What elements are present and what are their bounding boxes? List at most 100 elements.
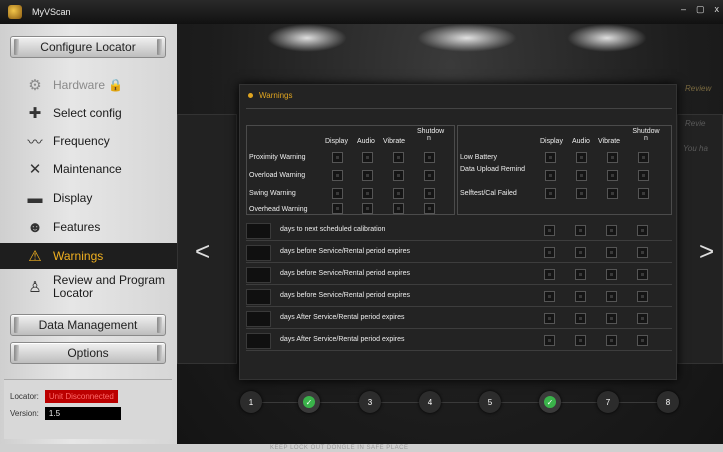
days-input[interactable]	[246, 289, 271, 305]
maximize-button[interactable]: ▢	[696, 4, 705, 15]
checkbox[interactable]	[606, 225, 617, 236]
day-row: days to next scheduled calibration	[246, 221, 672, 241]
checkbox[interactable]	[576, 152, 587, 163]
checkbox[interactable]	[424, 170, 435, 181]
checkbox[interactable]	[544, 269, 555, 280]
checkbox[interactable]	[637, 313, 648, 324]
days-input[interactable]	[246, 333, 271, 349]
checkbox[interactable]	[393, 203, 404, 214]
checkbox[interactable]	[638, 170, 649, 181]
checkbox[interactable]	[637, 335, 648, 346]
data-management-button[interactable]: Data Management	[10, 314, 166, 336]
checkbox[interactable]	[606, 291, 617, 302]
checkbox[interactable]	[332, 170, 343, 181]
checkbox[interactable]	[606, 247, 617, 258]
checkbox[interactable]	[575, 313, 586, 324]
checkbox[interactable]	[362, 170, 373, 181]
checkbox[interactable]	[545, 152, 556, 163]
checkbox[interactable]	[544, 291, 555, 302]
checkbox[interactable]	[638, 188, 649, 199]
day-row: days After Service/Rental period expires	[246, 309, 672, 329]
day-row: days before Service/Rental period expire…	[246, 287, 672, 307]
title-bar: MyVScan – ▢ x	[0, 0, 723, 24]
row-label: Selftest/Cal Failed	[460, 190, 517, 197]
step-2[interactable]: ✓	[298, 391, 320, 413]
checkbox[interactable]	[424, 203, 435, 214]
options-button[interactable]: Options	[10, 342, 166, 364]
step-6[interactable]: ✓	[539, 391, 561, 413]
checkbox[interactable]	[544, 313, 555, 324]
checkbox[interactable]	[575, 247, 586, 258]
checkbox[interactable]	[606, 313, 617, 324]
checkbox[interactable]	[637, 247, 648, 258]
step-4[interactable]: 4	[419, 391, 441, 413]
checkbox[interactable]	[606, 335, 617, 346]
step-8[interactable]: 8	[657, 391, 679, 413]
warnings-panel: Warnings Display Audio Vibrate Shutdow n…	[239, 84, 677, 380]
checkbox[interactable]	[393, 170, 404, 181]
step-5[interactable]: 5	[479, 391, 501, 413]
checkbox[interactable]	[607, 152, 618, 163]
checkbox[interactable]	[362, 203, 373, 214]
configure-locator-button[interactable]: Configure Locator	[10, 36, 166, 58]
checkbox[interactable]	[393, 188, 404, 199]
close-button[interactable]: x	[715, 4, 720, 15]
checkbox[interactable]	[575, 225, 586, 236]
checkbox[interactable]	[544, 225, 555, 236]
spotlight	[267, 24, 347, 52]
frequency-icon: 〰	[27, 133, 43, 151]
row-label: Swing Warning	[249, 190, 296, 197]
sidebar: Configure Locator ⚙ Hardware 🔒 ✚ Select …	[0, 24, 177, 444]
checkbox[interactable]	[606, 269, 617, 280]
locator-status: Locator: Unit Disconnected	[10, 390, 118, 403]
checkbox[interactable]	[575, 291, 586, 302]
checkbox[interactable]	[576, 170, 587, 181]
column-header: Vibrate	[383, 138, 406, 145]
maintenance-icon: ✕	[28, 161, 42, 178]
step-1[interactable]: 1	[240, 391, 262, 413]
row-label: Data Upload Remind	[460, 166, 525, 173]
days-input[interactable]	[246, 311, 271, 327]
checkbox[interactable]	[576, 188, 587, 199]
step-3[interactable]: 3	[359, 391, 381, 413]
checkbox[interactable]	[607, 170, 618, 181]
checkbox[interactable]	[332, 152, 343, 163]
warnings-title: Warnings	[259, 91, 293, 100]
sidebar-item-maintenance[interactable]: ✕ Maintenance	[0, 156, 177, 182]
days-input[interactable]	[246, 245, 271, 261]
window-title: MyVScan	[32, 7, 71, 17]
next-arrow-button[interactable]: >	[699, 236, 714, 267]
prev-arrow-button[interactable]: <	[195, 236, 210, 267]
checkbox[interactable]	[607, 188, 618, 199]
checkbox[interactable]	[362, 188, 373, 199]
review-program-icon: ♙	[28, 279, 42, 296]
minimize-button[interactable]: –	[681, 4, 686, 15]
checkbox[interactable]	[575, 335, 586, 346]
checkbox[interactable]	[393, 152, 404, 163]
sidebar-item-review-program[interactable]: ♙ Review and Program Locator	[0, 271, 177, 303]
checkbox[interactable]	[332, 188, 343, 199]
checkbox[interactable]	[637, 269, 648, 280]
sidebar-item-display[interactable]: ▬ Display	[0, 185, 177, 211]
checkbox[interactable]	[638, 152, 649, 163]
sidebar-item-warnings[interactable]: ⚠ Warnings	[0, 243, 177, 269]
checkbox[interactable]	[544, 335, 555, 346]
step-7[interactable]: 7	[597, 391, 619, 413]
checkbox[interactable]	[424, 152, 435, 163]
sidebar-item-select-config[interactable]: ✚ Select config	[0, 100, 177, 126]
checkbox[interactable]	[362, 152, 373, 163]
checkbox[interactable]	[637, 291, 648, 302]
sidebar-item-hardware[interactable]: ⚙ Hardware 🔒	[0, 72, 177, 98]
checkbox[interactable]	[637, 225, 648, 236]
days-input[interactable]	[246, 267, 271, 283]
days-input[interactable]	[246, 223, 271, 239]
checkbox[interactable]	[575, 269, 586, 280]
checkbox[interactable]	[544, 247, 555, 258]
checkbox[interactable]	[545, 170, 556, 181]
sidebar-item-label: Display	[53, 191, 93, 205]
checkbox[interactable]	[332, 203, 343, 214]
sidebar-item-features[interactable]: ☻ Features	[0, 214, 177, 240]
checkbox[interactable]	[545, 188, 556, 199]
checkbox[interactable]	[424, 188, 435, 199]
sidebar-item-frequency[interactable]: 〰 Frequency	[0, 128, 177, 154]
